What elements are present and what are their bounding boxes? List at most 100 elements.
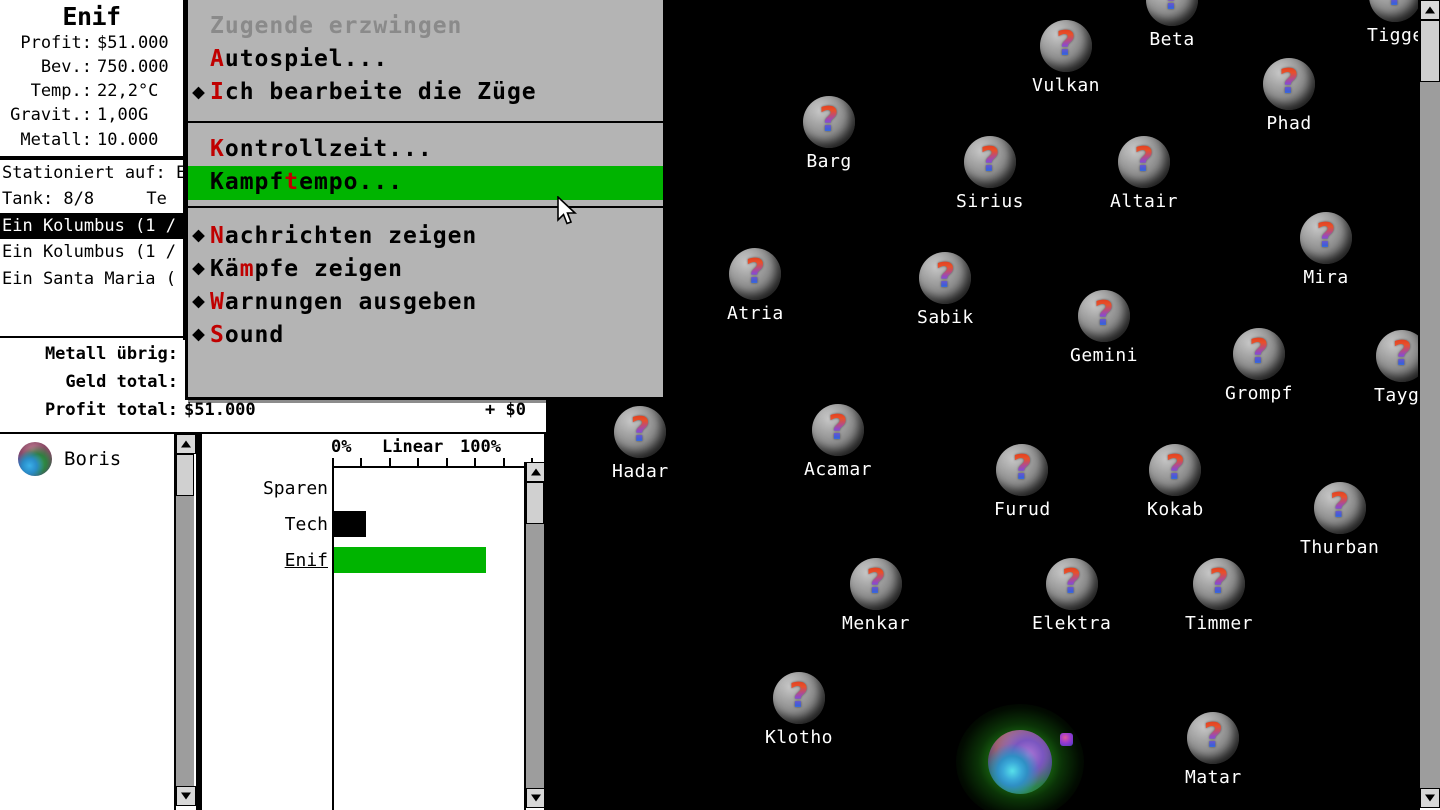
unknown-planet-icon[interactable] <box>803 96 855 148</box>
star-system-label: Acamar <box>804 459 873 480</box>
star-system-node[interactable]: Furud <box>994 444 1051 520</box>
unknown-planet-icon[interactable] <box>850 558 903 610</box>
list-item[interactable]: Ein Santa Maria ( <box>0 266 183 293</box>
game-options-dropdown-menu[interactable]: Zugende erzwingen Autospiel... Ich bearbei… <box>185 0 666 400</box>
unknown-planet-icon[interactable] <box>1193 558 1246 610</box>
unknown-planet-icon[interactable] <box>1300 212 1352 264</box>
tank-row: Tank: 8/8 Te <box>0 186 183 213</box>
scroll-up-arrow-icon[interactable] <box>526 462 544 482</box>
star-system-label: Tigge <box>1367 25 1424 46</box>
unknown-planet-icon[interactable] <box>1045 558 1098 610</box>
star-system-node[interactable]: Beta <box>1146 0 1198 50</box>
chart-row-label[interactable]: Tech <box>202 514 328 535</box>
unknown-planet-icon[interactable] <box>812 404 865 456</box>
star-system-label: Phad <box>1266 113 1312 134</box>
star-system-node[interactable]: Tigge <box>1367 0 1424 46</box>
chart-scrollbar-track[interactable] <box>526 524 544 788</box>
star-system-node[interactable]: Kokab <box>1147 444 1204 520</box>
star-system-node[interactable]: Timmer <box>1185 558 1253 634</box>
player-scrollbar-thumb[interactable] <box>176 454 194 496</box>
player-scrollbar-track[interactable] <box>176 496 194 786</box>
menu-item[interactable]: Kämpfe zeigen <box>188 253 663 286</box>
unknown-planet-icon[interactable] <box>1078 290 1131 342</box>
stat-row: Metall: 10.000 <box>0 128 183 152</box>
chart-row-label[interactable]: Enif <box>202 550 328 571</box>
chart-axis-header: 0% Linear 100% <box>202 434 544 458</box>
players-list[interactable]: Boris <box>0 434 196 476</box>
menu-item[interactable]: Nachrichten zeigen <box>188 220 663 253</box>
list-item[interactable]: Boris <box>0 434 196 476</box>
chart-bar[interactable] <box>334 547 486 573</box>
scroll-up-arrow-icon[interactable] <box>1420 0 1440 20</box>
scroll-down-arrow-icon[interactable] <box>526 788 544 808</box>
menu-item[interactable]: Sound <box>188 319 663 352</box>
stationed-label: Stationiert auf: E <box>2 162 183 183</box>
star-system-node[interactable]: Barg <box>803 96 855 172</box>
star-system-node[interactable]: Sabik <box>917 252 974 328</box>
chart-row[interactable]: Enif <box>202 542 544 578</box>
star-system-node[interactable]: Grompf <box>1225 328 1293 404</box>
map-scrollbar-thumb[interactable] <box>1420 20 1440 82</box>
chart-bar[interactable] <box>334 511 366 537</box>
unknown-planet-icon[interactable] <box>1040 20 1093 72</box>
chart-row[interactable]: Tech <box>202 506 544 542</box>
chart-scrollbar-thumb[interactable] <box>526 482 544 524</box>
unknown-planet-icon[interactable] <box>614 406 667 458</box>
unknown-planet-icon[interactable] <box>919 252 972 304</box>
unknown-planet-icon[interactable] <box>729 248 782 300</box>
star-system-node[interactable]: Elektra <box>1032 558 1111 634</box>
list-item[interactable]: Ein Kolumbus (1 / <box>0 212 183 240</box>
star-system-node[interactable]: Altair <box>1110 136 1178 212</box>
player-globe-icon <box>18 442 52 476</box>
star-system-node[interactable]: Sirius <box>956 136 1024 212</box>
unknown-planet-icon[interactable] <box>1187 712 1240 764</box>
unknown-planet-icon[interactable] <box>1369 0 1422 22</box>
ship-list[interactable]: Ein Kolumbus (1 /Ein Kolumbus (1 /Ein Sa… <box>0 212 183 293</box>
unknown-planet-icon[interactable] <box>996 444 1049 496</box>
star-system-node[interactable]: Matar <box>1185 712 1242 788</box>
unknown-planet-icon[interactable] <box>1146 0 1198 26</box>
unknown-planet-icon[interactable] <box>1233 328 1286 380</box>
map-scrollbar-track[interactable] <box>1420 82 1440 788</box>
menu-item[interactable]: Warnungen ausgeben <box>188 286 663 319</box>
star-map[interactable]: IzarBetaTiggeVulkanPhadBargSiriusAltairM… <box>546 0 1440 810</box>
star-system-node[interactable]: Hadar <box>612 406 669 482</box>
scroll-down-arrow-icon[interactable] <box>1420 788 1440 808</box>
star-system-node[interactable]: Thurban <box>1300 482 1379 558</box>
unknown-planet-icon[interactable] <box>1263 58 1315 110</box>
star-system-node[interactable]: Acamar <box>804 404 872 480</box>
unknown-planet-icon[interactable] <box>773 672 826 724</box>
chart-row[interactable]: Sparen <box>202 470 544 506</box>
menu-item[interactable]: Kontrollzeit... <box>188 133 663 166</box>
star-system-node[interactable]: Atria <box>727 248 784 324</box>
home-colony-planet[interactable] <box>956 704 1084 810</box>
star-system-node[interactable]: Menkar <box>842 558 910 634</box>
star-system-label: Timmer <box>1185 613 1254 634</box>
scroll-up-arrow-icon[interactable] <box>176 434 196 454</box>
star-system-node[interactable]: Klotho <box>765 672 833 748</box>
menu-item-label: pfe zeigen <box>254 255 404 282</box>
unknown-planet-icon[interactable] <box>1118 136 1171 188</box>
chart-bars-container[interactable]: Sparen Tech Enif <box>202 470 544 578</box>
chart-scale-mode-label[interactable]: Linear <box>382 437 443 457</box>
star-system-node[interactable]: Gemini <box>1070 290 1138 366</box>
star-system-node[interactable]: Mira <box>1300 212 1352 288</box>
list-item[interactable]: Ein Kolumbus (1 / <box>0 239 183 266</box>
scroll-down-arrow-icon[interactable] <box>176 786 196 806</box>
unknown-planet-icon[interactable] <box>1149 444 1202 496</box>
map-scrollbar[interactable] <box>1418 0 1440 810</box>
menu-item[interactable]: Autospiel... <box>188 43 663 76</box>
chart-scrollbar[interactable] <box>524 462 544 810</box>
star-system-node[interactable]: Vulkan <box>1032 20 1100 96</box>
unknown-planet-icon[interactable] <box>964 136 1017 188</box>
unknown-planet-icon[interactable] <box>1313 482 1366 534</box>
spending-bar-chart-panel[interactable]: 0% Linear 100% Sparen Tech Enif <box>200 434 546 810</box>
star-system-node[interactable]: Phad <box>1263 58 1315 134</box>
menu-item-label: ch bearbeite die Züge <box>224 79 537 106</box>
player-list-scrollbar[interactable] <box>174 434 196 810</box>
menu-item[interactable]: Kampftempo... <box>188 166 663 200</box>
player-list-panel[interactable]: Boris <box>0 434 198 810</box>
menu-item[interactable]: Ich bearbeite die Züge <box>188 76 663 109</box>
colony-ship-icon[interactable] <box>1060 733 1073 746</box>
chart-row-label[interactable]: Sparen <box>202 478 328 499</box>
